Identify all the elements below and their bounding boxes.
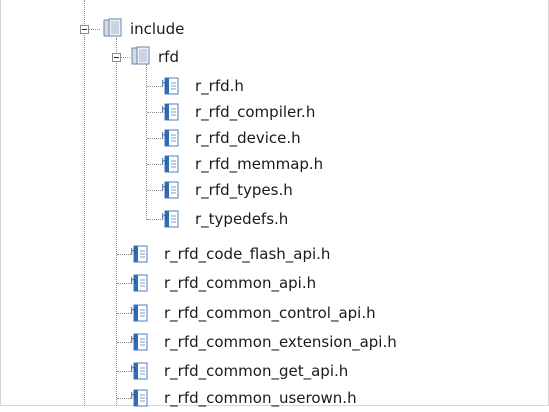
header-file-icon: h: [130, 273, 150, 297]
svg-text:h: h: [162, 106, 168, 116]
header-file-icon: h: [130, 361, 150, 385]
svg-text:h: h: [131, 336, 137, 346]
header-file-icon: h: [130, 388, 150, 412]
collapse-toggle-rfd[interactable]: [112, 53, 121, 62]
tree-file-common-extension-api[interactable]: h r_rfd_common_extension_api.h: [130, 330, 450, 354]
tree-file-r-rfd-memmap[interactable]: h r_rfd_memmap.h: [160, 152, 360, 176]
svg-text:h: h: [131, 277, 137, 287]
folder-label-include: include: [130, 20, 185, 38]
tree-file-code-flash-api[interactable]: h r_rfd_code_flash_api.h: [130, 242, 430, 266]
tree-file-r-rfd[interactable]: h r_rfd.h: [160, 74, 360, 98]
tree-guide-root: [84, 0, 85, 406]
collapse-toggle-include[interactable]: [80, 25, 89, 34]
tree-branch-file: [147, 112, 161, 113]
svg-text:h: h: [162, 213, 168, 223]
tree-file-r-rfd-types[interactable]: h r_rfd_types.h: [160, 178, 360, 202]
tree-guide-include: [116, 38, 117, 406]
file-label: r_rfd_common_control_api.h: [164, 304, 376, 322]
file-label: r_rfd_memmap.h: [195, 155, 324, 173]
header-file-icon: h: [130, 244, 150, 268]
svg-text:h: h: [131, 392, 137, 402]
header-file-icon: h: [161, 180, 181, 204]
tree-branch-file: [117, 342, 131, 343]
tree-branch-file: [117, 283, 131, 284]
file-label: r_rfd_common_extension_api.h: [164, 333, 397, 351]
header-file-icon: h: [130, 303, 150, 327]
file-tree[interactable]: include rfd h r_rfd.h h r_rfd_compiler.h…: [0, 0, 549, 407]
svg-text:h: h: [162, 158, 168, 168]
folder-open-icon: [130, 46, 152, 70]
header-file-icon: h: [161, 102, 181, 126]
tree-file-r-typedefs[interactable]: h r_typedefs.h: [160, 207, 360, 231]
folder-open-icon: [102, 18, 124, 42]
tree-guide-rfd: [146, 64, 147, 220]
file-label: r_rfd.h: [195, 77, 244, 95]
tree-branch-file: [147, 219, 161, 220]
file-label: r_typedefs.h: [195, 210, 289, 228]
tree-file-r-rfd-compiler[interactable]: h r_rfd_compiler.h: [160, 100, 360, 124]
tree-branch-file: [117, 398, 131, 399]
tree-branch-file: [147, 138, 161, 139]
tree-branch-file: [117, 254, 131, 255]
file-label: r_rfd_types.h: [195, 181, 293, 199]
header-file-icon: h: [130, 332, 150, 356]
file-label: r_rfd_device.h: [195, 129, 301, 147]
svg-text:h: h: [131, 248, 137, 258]
svg-text:h: h: [162, 132, 168, 142]
header-file-icon: h: [161, 76, 181, 100]
tree-file-common-userown[interactable]: h r_rfd_common_userown.h: [130, 386, 430, 410]
tree-branch-file: [147, 190, 161, 191]
header-file-icon: h: [161, 154, 181, 178]
tree-branch-file: [117, 313, 131, 314]
svg-text:h: h: [131, 307, 137, 317]
file-label: r_rfd_common_userown.h: [164, 389, 357, 407]
file-label: r_rfd_common_api.h: [164, 274, 317, 292]
file-label: r_rfd_common_get_api.h: [164, 362, 349, 380]
file-label: r_rfd_code_flash_api.h: [164, 245, 331, 263]
tree-file-r-rfd-device[interactable]: h r_rfd_device.h: [160, 126, 360, 150]
tree-branch-file: [147, 164, 161, 165]
header-file-icon: h: [161, 128, 181, 152]
svg-text:h: h: [162, 184, 168, 194]
file-label: r_rfd_compiler.h: [195, 103, 316, 121]
svg-text:h: h: [162, 80, 168, 90]
tree-file-common-get-api[interactable]: h r_rfd_common_get_api.h: [130, 359, 430, 383]
folder-label-rfd: rfd: [158, 48, 179, 66]
tree-file-common-control-api[interactable]: h r_rfd_common_control_api.h: [130, 301, 430, 325]
tree-file-common-api[interactable]: h r_rfd_common_api.h: [130, 271, 430, 295]
tree-branch-file: [117, 371, 131, 372]
header-file-icon: h: [161, 209, 181, 233]
tree-branch-file: [147, 86, 161, 87]
tree-node-include[interactable]: include: [70, 17, 270, 41]
tree-node-rfd[interactable]: rfd: [102, 45, 262, 69]
svg-text:h: h: [131, 365, 137, 375]
